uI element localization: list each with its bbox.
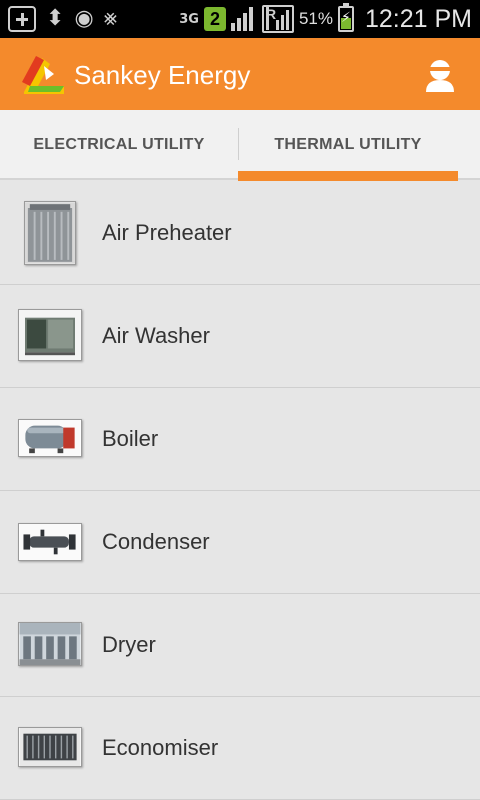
tab-electrical-utility[interactable]: ELECTRICAL UTILITY [0,110,238,180]
air-preheater-image [24,201,76,265]
status-indicators: 3G 2 R 51% ⚡ 12:21 PM [179,3,472,34]
sankey-logo-icon[interactable] [20,52,66,96]
roaming-signal-icon: R [261,5,294,33]
list-item-label: Air Washer [102,323,210,348]
list-item-label: Air Preheater [102,220,232,245]
list-item-dryer[interactable]: Dryer [0,594,480,697]
list-item-label: Condenser [102,529,210,554]
signal-icon [230,7,257,31]
eye-icon: ◉ [74,6,94,31]
list-item-label: Boiler [102,426,159,451]
utility-tabs: ELECTRICAL UTILITY THERMAL UTILITY [0,110,480,180]
condenser-image [18,523,82,561]
clock: 12:21 PM [364,4,472,33]
battery-charging-icon: ⚡ [337,3,354,32]
roaming-label: R [265,6,276,30]
battery-percent: 51% [298,9,333,28]
dryer-image [18,622,82,666]
list-item-boiler[interactable]: Boiler [0,388,480,491]
plus-icon [8,6,36,32]
app-title: Sankey Energy [74,60,251,90]
usb-icon: ⬍ [46,6,65,31]
boiler-image [18,419,82,457]
3g-icon: 3G [179,11,199,27]
notification-badge-icon: 2 [203,7,226,31]
list-item-label: Dryer [102,632,156,657]
user-icon[interactable] [424,58,456,92]
action-bar: Sankey Energy [0,38,480,110]
list-item-air-washer[interactable]: Air Washer [0,285,480,388]
selected-tab-indicator [238,171,458,181]
air-washer-image [18,309,82,361]
economiser-image [18,727,82,767]
tab-thermal-utility[interactable]: THERMAL UTILITY [238,110,458,180]
no-signal-icon: ⨳ [103,6,118,31]
list-item-air-preheater[interactable]: Air Preheater [0,182,480,285]
status-bar: ⬍ ◉ ⨳ 3G 2 R 51% ⚡ 12:21 PM [0,0,480,38]
list-item-condenser[interactable]: Condenser [0,491,480,594]
status-notifications: ⬍ ◉ ⨳ [8,4,117,34]
list-item-economiser[interactable]: Economiser [0,697,480,800]
list-item-label: Economiser [102,735,219,760]
thermal-utility-list: Air Preheater Air Washer Boiler Condense… [0,182,480,800]
